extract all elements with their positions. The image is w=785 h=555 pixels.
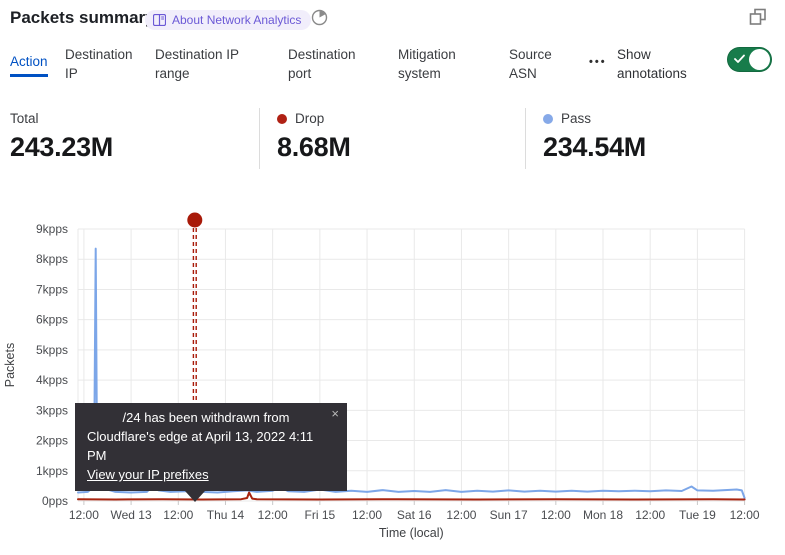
stat-pass-label: Pass bbox=[561, 111, 591, 126]
tab-destination-ip-range[interactable]: Destination IP range bbox=[155, 45, 253, 83]
packets-summary-panel: Packets summary About Network Analytics … bbox=[0, 0, 785, 555]
book-icon bbox=[153, 14, 166, 26]
svg-text:Sun 17: Sun 17 bbox=[490, 508, 528, 522]
svg-text:12:00: 12:00 bbox=[446, 508, 476, 522]
svg-text:12:00: 12:00 bbox=[352, 508, 382, 522]
svg-text:0pps: 0pps bbox=[42, 494, 68, 508]
svg-text:Sat 16: Sat 16 bbox=[397, 508, 432, 522]
stat-total-value: 243.23M bbox=[10, 132, 113, 163]
svg-text:Wed 13: Wed 13 bbox=[111, 508, 152, 522]
svg-text:12:00: 12:00 bbox=[635, 508, 665, 522]
stat-drop: Drop 8.68M bbox=[277, 111, 351, 163]
more-tabs-button[interactable]: ••• bbox=[589, 56, 607, 68]
tab-destination-port[interactable]: Destination port bbox=[288, 45, 370, 83]
svg-text:Thu 14: Thu 14 bbox=[207, 508, 245, 522]
tab-mitigation-system[interactable]: Mitigation system bbox=[398, 45, 478, 83]
svg-text:6kpps: 6kpps bbox=[36, 313, 68, 327]
tab-action[interactable]: Action bbox=[10, 52, 48, 77]
toggle-knob bbox=[749, 49, 770, 70]
stats-divider bbox=[525, 108, 526, 169]
tooltip-caret bbox=[185, 491, 205, 502]
tab-destination-ip[interactable]: Destination IP bbox=[65, 45, 143, 83]
expand-panel-icon[interactable] bbox=[749, 8, 767, 26]
about-network-analytics-badge[interactable]: About Network Analytics bbox=[145, 10, 311, 30]
view-ip-prefixes-link[interactable]: View your IP prefixes bbox=[87, 467, 209, 482]
about-badge-label: About Network Analytics bbox=[172, 13, 301, 27]
check-icon bbox=[734, 54, 745, 64]
tab-source-asn[interactable]: Source ASN bbox=[509, 45, 565, 83]
packets-time-series-chart: 0pps 1kpps 2kpps 3kpps 4kpps 5kpps 6kpps 7kpps 8… bbox=[0, 195, 785, 545]
show-annotations-label: Show annotations bbox=[617, 45, 703, 83]
svg-text:Mon 18: Mon 18 bbox=[583, 508, 623, 522]
annotation-tooltip: /24 has been withdrawn from Cloudflare's… bbox=[75, 403, 347, 491]
svg-text:12:00: 12:00 bbox=[541, 508, 571, 522]
annotation-tooltip-line1: /24 has been withdrawn from bbox=[87, 408, 335, 427]
svg-text:12:00: 12:00 bbox=[730, 508, 760, 522]
stat-drop-label: Drop bbox=[295, 111, 324, 126]
show-annotations-toggle[interactable] bbox=[727, 47, 772, 72]
time-range-icon[interactable] bbox=[311, 9, 328, 26]
svg-text:2kpps: 2kpps bbox=[36, 434, 68, 448]
svg-text:9kpps: 9kpps bbox=[36, 222, 68, 236]
svg-text:4kpps: 4kpps bbox=[36, 373, 68, 387]
svg-text:Time (local): Time (local) bbox=[379, 526, 444, 540]
svg-text:12:00: 12:00 bbox=[163, 508, 193, 522]
stat-total-label: Total bbox=[10, 111, 39, 126]
svg-text:1kpps: 1kpps bbox=[36, 464, 68, 478]
pass-legend-dot bbox=[543, 114, 553, 124]
stat-drop-value: 8.68M bbox=[277, 132, 351, 163]
svg-text:Fri 15: Fri 15 bbox=[305, 508, 336, 522]
svg-text:Tue 19: Tue 19 bbox=[679, 508, 716, 522]
svg-text:3kpps: 3kpps bbox=[36, 403, 68, 417]
svg-text:8kpps: 8kpps bbox=[36, 252, 68, 266]
svg-text:Packets: Packets bbox=[3, 343, 17, 387]
svg-text:5kpps: 5kpps bbox=[36, 343, 68, 357]
annotation-dot[interactable] bbox=[187, 213, 202, 228]
drop-legend-dot bbox=[277, 114, 287, 124]
page-title: Packets summary bbox=[10, 8, 155, 28]
svg-text:12:00: 12:00 bbox=[258, 508, 288, 522]
svg-text:12:00: 12:00 bbox=[69, 508, 99, 522]
tooltip-close-icon[interactable]: × bbox=[331, 407, 339, 420]
stats-divider bbox=[259, 108, 260, 169]
stat-pass-value: 234.54M bbox=[543, 132, 646, 163]
svg-text:7kpps: 7kpps bbox=[36, 282, 68, 296]
annotation-tooltip-line2: Cloudflare's edge at April 13, 2022 4:11… bbox=[87, 427, 335, 465]
stat-pass: Pass 234.54M bbox=[543, 111, 646, 163]
stat-total: Total 243.23M bbox=[10, 111, 113, 163]
